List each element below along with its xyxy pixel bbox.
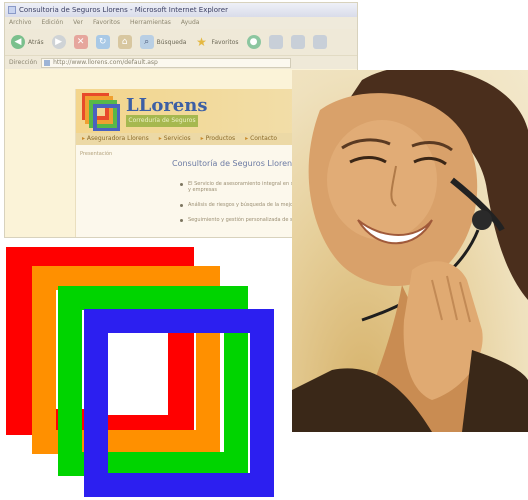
- site-nav-item[interactable]: Contacto: [245, 133, 277, 145]
- back-button[interactable]: ◀ Atrás: [11, 35, 44, 49]
- history-icon[interactable]: [268, 35, 283, 49]
- search-label: Búsqueda: [156, 38, 187, 46]
- favorites-label: Favoritos: [211, 38, 239, 46]
- menu-view[interactable]: Ver: [73, 17, 83, 29]
- address-bar: Dirección http://www.llorens.com/default…: [5, 55, 357, 69]
- refresh-icon[interactable]: ↻: [95, 35, 110, 49]
- stop-icon[interactable]: ✕: [73, 35, 88, 49]
- page-icon: [44, 59, 51, 66]
- browser-toolbar: ◀ Atrás ▶ ✕ ↻ ⌂ ⌕ Búsqueda ★ Favoritos ●: [5, 29, 357, 55]
- menu-edit[interactable]: Edición: [41, 17, 63, 29]
- site-nav-item[interactable]: Productos: [201, 133, 236, 145]
- forward-arrow-icon[interactable]: ▶: [51, 35, 66, 49]
- star-icon: ★: [196, 35, 207, 49]
- llorens-logo-icon: [82, 93, 120, 131]
- menu-help[interactable]: Ayuda: [181, 17, 200, 29]
- favorites-button[interactable]: ★ Favoritos: [194, 35, 238, 49]
- address-url: http://www.llorens.com/default.asp: [53, 59, 158, 66]
- mail-icon[interactable]: [290, 35, 305, 49]
- menu-file[interactable]: Archivo: [9, 17, 31, 29]
- search-button[interactable]: ⌕ Búsqueda: [139, 35, 187, 49]
- site-logo-title: LLorens: [126, 95, 208, 116]
- site-heading: Consultoría de Seguros Llorens: [172, 159, 297, 168]
- print-icon[interactable]: [312, 35, 327, 49]
- woman-headset-photo: [292, 70, 528, 432]
- woman-illustration: [292, 70, 528, 432]
- site-nav-item[interactable]: Aseguradora Llorens: [82, 133, 149, 145]
- media-icon[interactable]: ●: [246, 35, 261, 49]
- site-nav-item[interactable]: Servicios: [159, 133, 191, 145]
- address-label: Dirección: [9, 59, 38, 66]
- search-icon: ⌕: [139, 35, 154, 49]
- browser-menu-bar: Archivo Edición Ver Favoritos Herramient…: [5, 17, 357, 29]
- menu-favorites[interactable]: Favoritos: [93, 17, 120, 29]
- address-input[interactable]: http://www.llorens.com/default.asp: [41, 57, 292, 68]
- site-logo-subtitle: Correduría de Seguros: [126, 115, 198, 127]
- back-label: Atrás: [28, 38, 44, 46]
- home-icon[interactable]: ⌂: [117, 35, 132, 49]
- logo-center: [108, 333, 168, 415]
- ie-icon: [8, 6, 16, 14]
- back-arrow-icon: ◀: [11, 35, 25, 49]
- browser-title-bar: Consultoria de Seguros Llorens - Microso…: [5, 3, 357, 17]
- site-side-link[interactable]: Presentación: [80, 151, 112, 157]
- menu-tools[interactable]: Herramientas: [130, 17, 171, 29]
- window-title: Consultoria de Seguros Llorens - Microso…: [19, 6, 228, 14]
